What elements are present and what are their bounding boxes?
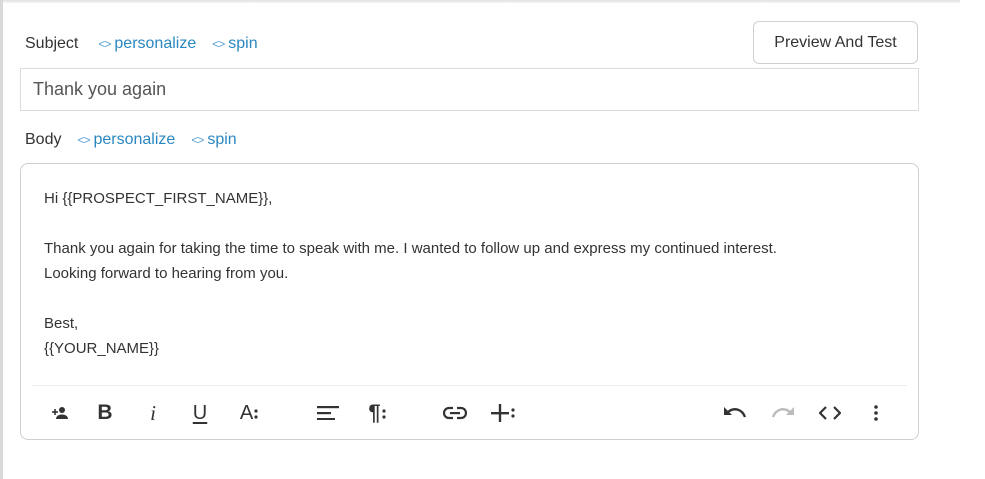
subject-label-row: Subject <> personalize <> spin bbox=[25, 35, 274, 53]
subject-personalize-label: personalize bbox=[114, 35, 197, 52]
body-line: Best, bbox=[44, 315, 79, 332]
body-label: Body bbox=[25, 131, 62, 148]
bold-icon[interactable]: B bbox=[95, 400, 115, 426]
body-personalize-label: personalize bbox=[93, 131, 176, 148]
body-spin-label: spin bbox=[207, 131, 237, 148]
code-view-icon[interactable] bbox=[818, 400, 842, 426]
person-add-icon[interactable] bbox=[49, 400, 71, 426]
link-icon[interactable] bbox=[442, 400, 468, 426]
italic-icon[interactable]: i bbox=[145, 400, 161, 426]
more-icon[interactable] bbox=[871, 400, 881, 426]
left-border bbox=[0, 0, 3, 479]
redo-icon[interactable] bbox=[771, 400, 795, 426]
toolbar-divider bbox=[32, 385, 907, 386]
font-glyph: A bbox=[239, 401, 254, 424]
code-icon: <> bbox=[98, 37, 111, 51]
body-label-row: Body <> personalize <> spin bbox=[25, 131, 253, 149]
subject-spin-label: spin bbox=[228, 35, 258, 52]
subject-personalize-link[interactable]: <> personalize bbox=[98, 35, 196, 53]
font-size-icon[interactable]: A bbox=[237, 400, 261, 426]
code-icon: <> bbox=[191, 133, 204, 147]
code-icon: <> bbox=[77, 133, 90, 147]
align-icon[interactable] bbox=[317, 400, 339, 426]
code-icon: <> bbox=[212, 37, 225, 51]
preview-and-test-button[interactable]: Preview And Test bbox=[753, 21, 918, 64]
subject-label: Subject bbox=[25, 35, 79, 52]
body-line: Thank you again for taking the time to s… bbox=[44, 240, 777, 257]
insert-icon[interactable] bbox=[490, 400, 516, 426]
editor-toolbar: B i U A ¶ bbox=[21, 388, 918, 438]
body-personalize-link[interactable]: <> personalize bbox=[77, 131, 175, 149]
subject-spin-link[interactable]: <> spin bbox=[212, 35, 257, 53]
body-line: Hi {{PROSPECT_FIRST_NAME}}, bbox=[44, 190, 273, 207]
body-spin-link[interactable]: <> spin bbox=[191, 131, 236, 149]
top-shadow bbox=[0, 0, 960, 3]
undo-icon[interactable] bbox=[723, 400, 747, 426]
body-line: Looking forward to hearing from you. bbox=[44, 265, 289, 282]
subject-input[interactable] bbox=[20, 68, 919, 111]
editor-content[interactable]: Hi {{PROSPECT_FIRST_NAME}}, Thank you ag… bbox=[44, 186, 894, 361]
underline-icon[interactable]: U bbox=[189, 400, 211, 426]
body-editor[interactable]: Hi {{PROSPECT_FIRST_NAME}}, Thank you ag… bbox=[20, 163, 919, 440]
paragraph-icon[interactable]: ¶ bbox=[364, 400, 390, 426]
paragraph-glyph: ¶ bbox=[368, 400, 381, 425]
body-line: {{YOUR_NAME}} bbox=[44, 340, 160, 357]
